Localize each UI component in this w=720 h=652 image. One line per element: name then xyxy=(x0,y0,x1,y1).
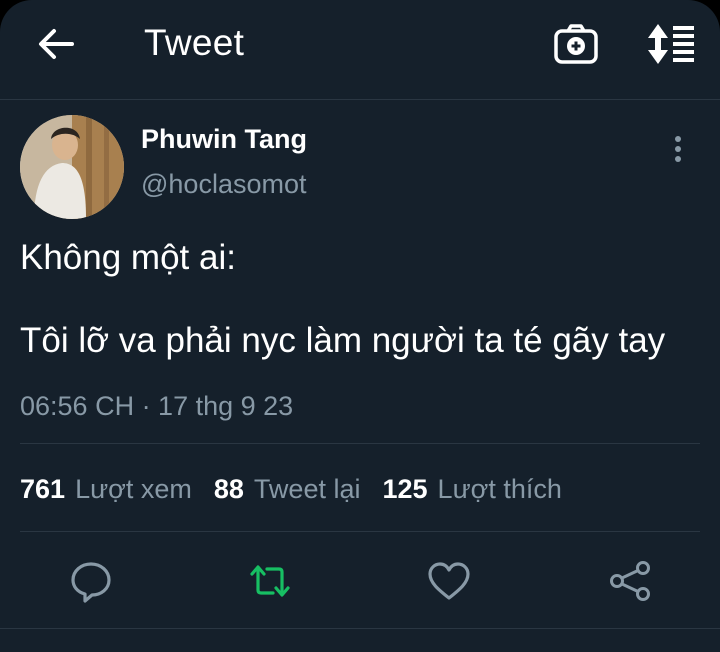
header-divider xyxy=(0,99,720,100)
author-display-name[interactable]: Phuwin Tang xyxy=(141,124,307,155)
tweet-text-line: Không một ai: xyxy=(20,238,236,277)
retweets-label: Tweet lại xyxy=(253,474,361,504)
likes-label: Lượt thích xyxy=(437,474,562,504)
stats-divider-bottom xyxy=(20,531,700,532)
like-button[interactable] xyxy=(425,558,473,604)
stat-retweets[interactable]: 88 Tweet lại xyxy=(214,474,361,505)
tweet-timestamp[interactable]: 06:56 CH · 17 thg 9 23 xyxy=(20,391,293,422)
stat-likes[interactable]: 125 Lượt thích xyxy=(382,474,561,505)
retweet-icon xyxy=(250,565,290,597)
reply-button[interactable] xyxy=(67,558,115,604)
reply-icon xyxy=(71,562,111,603)
back-button[interactable] xyxy=(34,24,78,64)
more-vertical-icon xyxy=(675,136,681,162)
share-button[interactable] xyxy=(606,558,654,604)
camera-button[interactable] xyxy=(553,22,599,66)
stats-divider-top xyxy=(20,443,700,444)
views-count: 761 xyxy=(20,474,66,504)
actions-divider xyxy=(0,628,720,629)
sort-button[interactable] xyxy=(644,22,696,66)
avatar[interactable] xyxy=(20,115,124,219)
likes-count: 125 xyxy=(382,474,428,504)
page-title: Tweet xyxy=(144,22,245,63)
top-bar: Tweet xyxy=(0,0,720,92)
camera-plus-icon xyxy=(554,24,598,64)
more-options-button[interactable] xyxy=(664,134,692,166)
author-handle[interactable]: @hoclasomot xyxy=(141,169,306,200)
like-icon xyxy=(428,562,470,600)
sort-list-icon xyxy=(648,24,694,64)
stat-views[interactable]: 761 Lượt xem xyxy=(20,474,192,505)
retweets-count: 88 xyxy=(213,474,244,504)
views-label: Lượt xem xyxy=(75,474,192,504)
tweet-screen: Tweet Phuwin Tang @hoclasomot Không một … xyxy=(0,0,720,652)
tweet-text-line: Tôi lỡ va phải nyc làm người ta té gãy t… xyxy=(20,321,666,360)
share-icon xyxy=(610,561,650,601)
retweet-button[interactable] xyxy=(246,558,294,604)
avatar-photo xyxy=(20,115,124,219)
tweet-stats: 761 Lượt xem 88 Tweet lại 125 Lượt thích xyxy=(20,474,584,505)
back-arrow-icon xyxy=(39,29,74,59)
